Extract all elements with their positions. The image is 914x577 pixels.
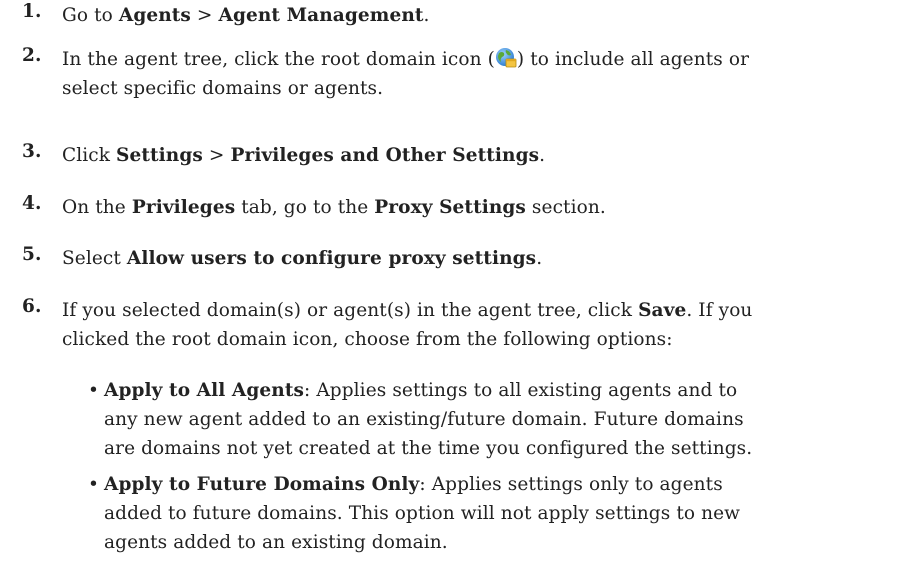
step-number: 2. — [22, 45, 42, 66]
root-domain-globe-icon — [495, 47, 517, 69]
step-text: In the agent tree, click the root domain… — [62, 47, 750, 99]
step-text: Click Settings > Privileges and Other Se… — [62, 145, 546, 166]
allow-proxy-config-option-name: Allow users to configure proxy settings — [126, 248, 537, 269]
menu-agent-management: Agent Management — [218, 5, 424, 26]
option-title: Apply to Future Domains Only — [104, 474, 420, 495]
step-number: 6. — [22, 296, 42, 317]
proxy-settings-section-name: Proxy Settings — [374, 197, 526, 218]
bullet-marker: • — [88, 474, 100, 495]
save-button-name: Save — [638, 300, 687, 321]
step-number: 5. — [22, 244, 42, 265]
bullet-marker: • — [88, 380, 100, 401]
step-text: Select Allow users to configure proxy se… — [62, 248, 543, 269]
step-number: 1. — [22, 1, 42, 22]
option-text: Apply to Future Domains Only: Applies se… — [104, 474, 741, 553]
step-text: If you selected domain(s) or agent(s) in… — [62, 300, 753, 350]
step-text: On the Privileges tab, go to the Proxy S… — [62, 197, 606, 218]
option-text: Apply to All Agents: Applies settings to… — [104, 380, 753, 459]
privileges-tab-name: Privileges — [131, 197, 236, 218]
menu-agents: Agents — [118, 5, 191, 26]
step-number: 4. — [22, 193, 42, 214]
menu-privileges-and-other-settings: Privileges and Other Settings — [230, 145, 540, 166]
step-number: 3. — [22, 141, 42, 162]
menu-settings: Settings — [116, 145, 203, 166]
step-text: Go to Agents > Agent Management. — [62, 5, 430, 26]
option-title: Apply to All Agents — [104, 380, 304, 401]
